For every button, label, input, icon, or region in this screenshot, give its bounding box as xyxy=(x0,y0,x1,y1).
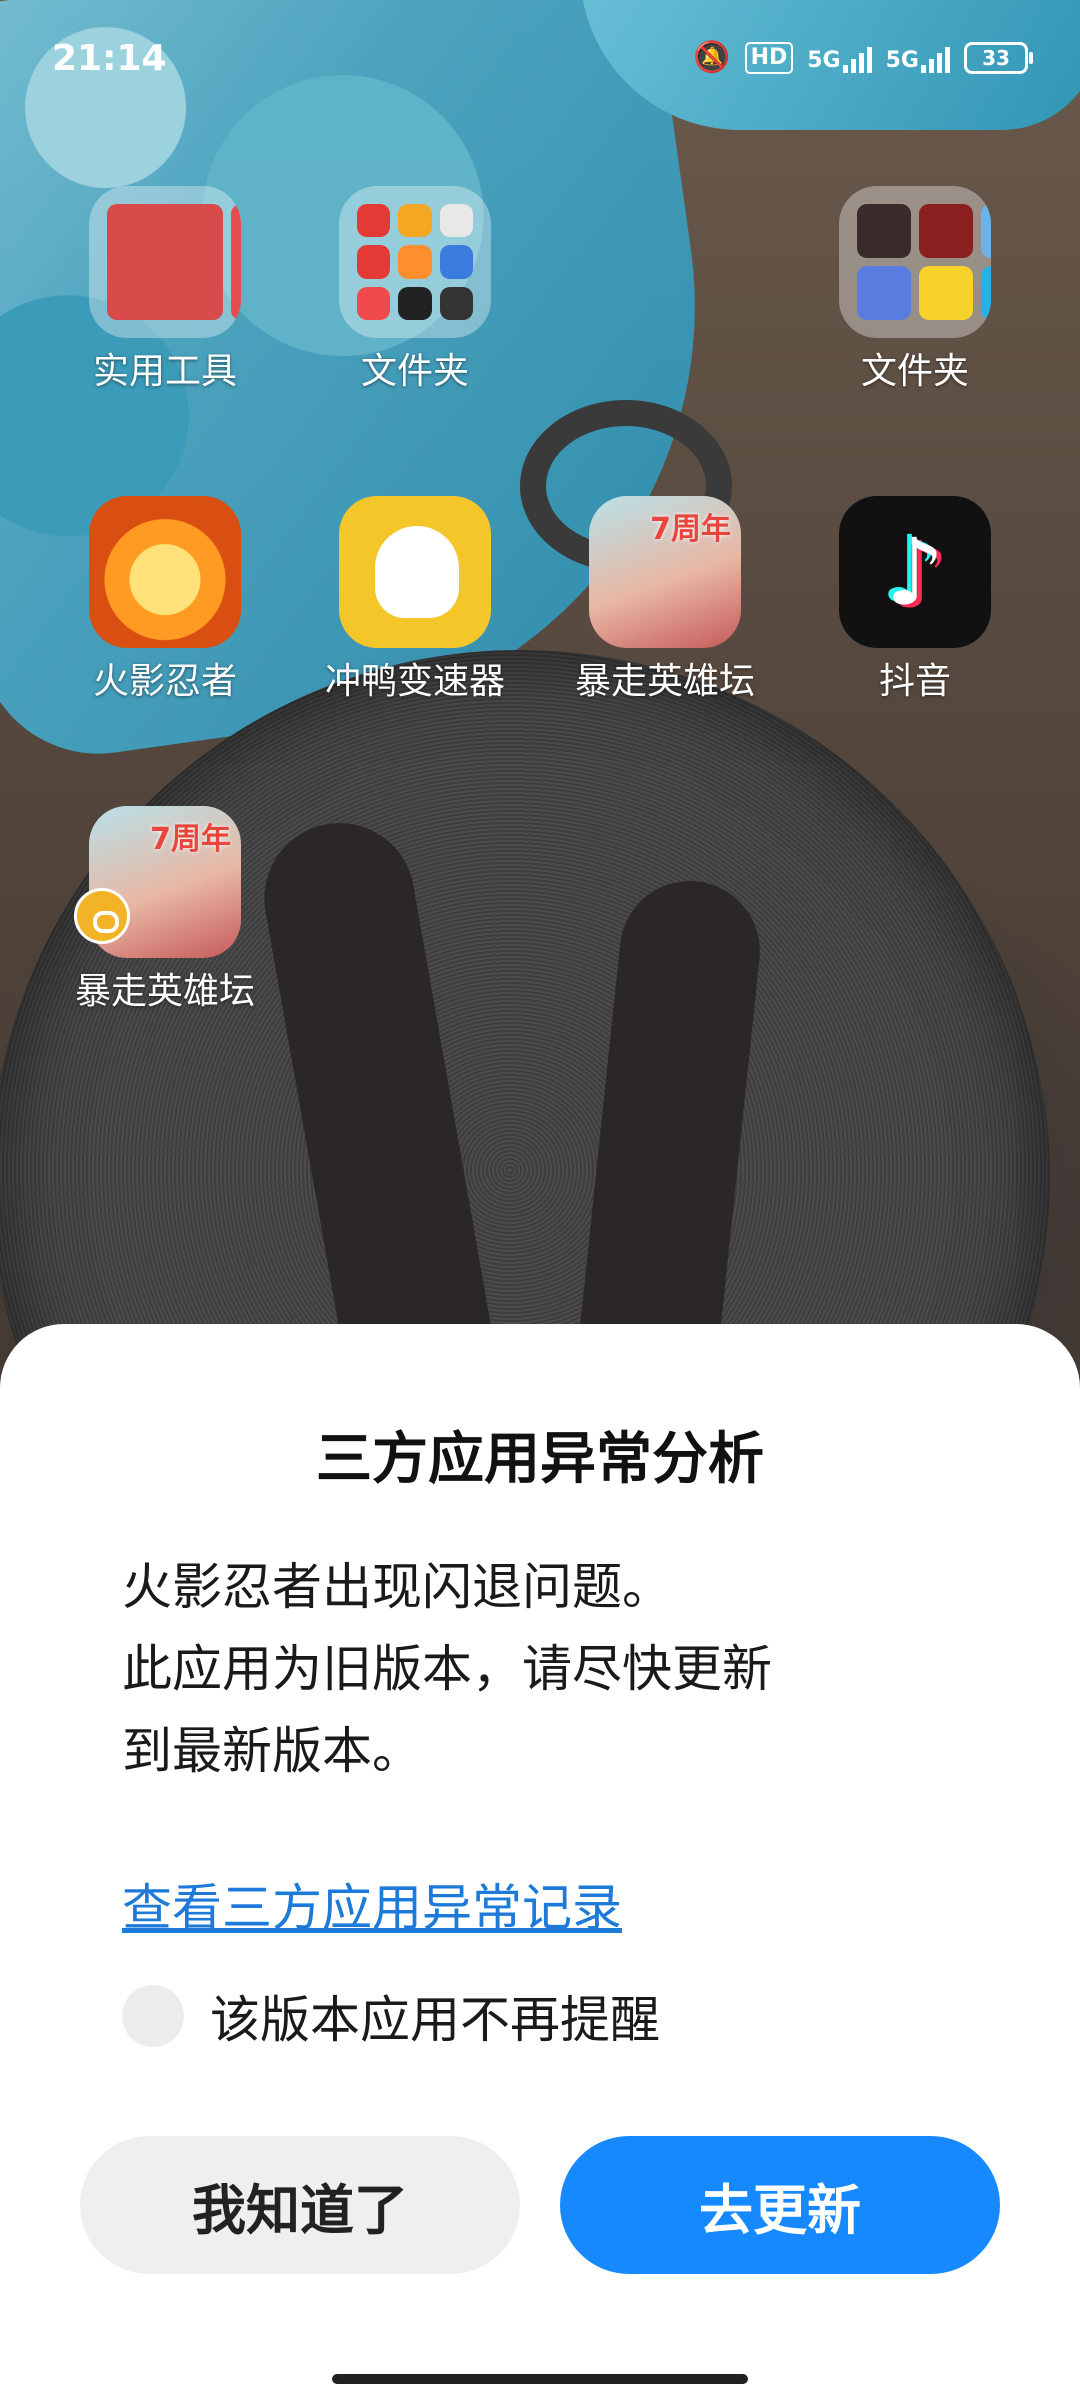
folder-icon xyxy=(339,186,491,338)
app-duck-speeder[interactable]: 冲鸭变速器 xyxy=(300,496,530,704)
dismiss-button[interactable]: 我知道了 xyxy=(80,2136,520,2274)
folder-files-2[interactable]: 文件夹 xyxy=(800,186,1030,394)
mute-bell-icon: 🔕 xyxy=(693,40,731,75)
app-anomaly-dialog: 三方应用异常分析 火影忍者出现闪退问题。 此应用为旧版本，请尽快更新 到最新版本… xyxy=(0,1324,1080,2400)
app-label: 冲鸭变速器 xyxy=(324,661,505,702)
app-label: 文件夹 xyxy=(360,351,469,392)
signal-5g-icon: 5G xyxy=(886,43,950,73)
folder-icon xyxy=(839,186,991,338)
app-label: 实用工具 xyxy=(92,351,237,392)
view-records-link[interactable]: 查看三方应用异常记录 xyxy=(122,1868,622,1940)
app-label: 文件夹 xyxy=(860,351,969,392)
duck-app-icon xyxy=(339,496,491,648)
app-douyin[interactable]: ♪ 抖音 xyxy=(800,496,1030,704)
message-line: 到最新版本。 xyxy=(122,1722,422,1780)
message-line: 火影忍者出现闪退问题。 xyxy=(122,1558,672,1616)
lock-icon xyxy=(74,888,130,944)
status-bar: 21:14 🔕 HD 5G 5G 33 xyxy=(0,0,1080,120)
network-type: 5G xyxy=(885,48,919,73)
douyin-app-icon: ♪ xyxy=(839,496,991,648)
naruto-app-icon xyxy=(89,496,241,648)
network-type: 5G xyxy=(807,48,841,73)
home-indicator[interactable] xyxy=(332,2374,748,2384)
folder-utilities[interactable]: 实用工具 xyxy=(50,186,280,394)
app-label: 暴走英雄坛 xyxy=(74,971,255,1012)
dialog-title: 三方应用异常分析 xyxy=(316,1427,764,1492)
signal-5g-icon: 5G xyxy=(807,43,872,73)
folder-files-1[interactable]: 文件夹 xyxy=(300,186,530,394)
dialog-message: 火影忍者出现闪退问题。 此应用为旧版本，请尽快更新 到最新版本。 xyxy=(122,1546,982,1792)
folder-icon xyxy=(89,186,241,338)
app-label: 抖音 xyxy=(878,661,951,702)
app-baozou[interactable]: 暴走英雄坛 xyxy=(550,496,780,704)
message-line: 此应用为旧版本，请尽快更新 xyxy=(122,1640,772,1698)
status-time: 21:14 xyxy=(52,38,167,79)
app-naruto[interactable]: 火影忍者 xyxy=(50,496,280,704)
battery-icon: 33 xyxy=(964,42,1033,74)
dont-remind-label: 该版本应用不再提醒 xyxy=(210,1991,660,2049)
update-button[interactable]: 去更新 xyxy=(560,2136,1000,2274)
hd-icon: HD xyxy=(744,42,794,74)
dont-remind-option[interactable]: 该版本应用不再提醒 xyxy=(122,1980,660,2052)
status-icons: 🔕 HD 5G 5G 33 xyxy=(693,40,1033,76)
dont-remind-checkbox[interactable] xyxy=(122,1985,184,2047)
app-label: 暴走英雄坛 xyxy=(574,661,755,702)
app-label: 火影忍者 xyxy=(92,661,237,702)
baozou-app-icon xyxy=(589,496,741,648)
